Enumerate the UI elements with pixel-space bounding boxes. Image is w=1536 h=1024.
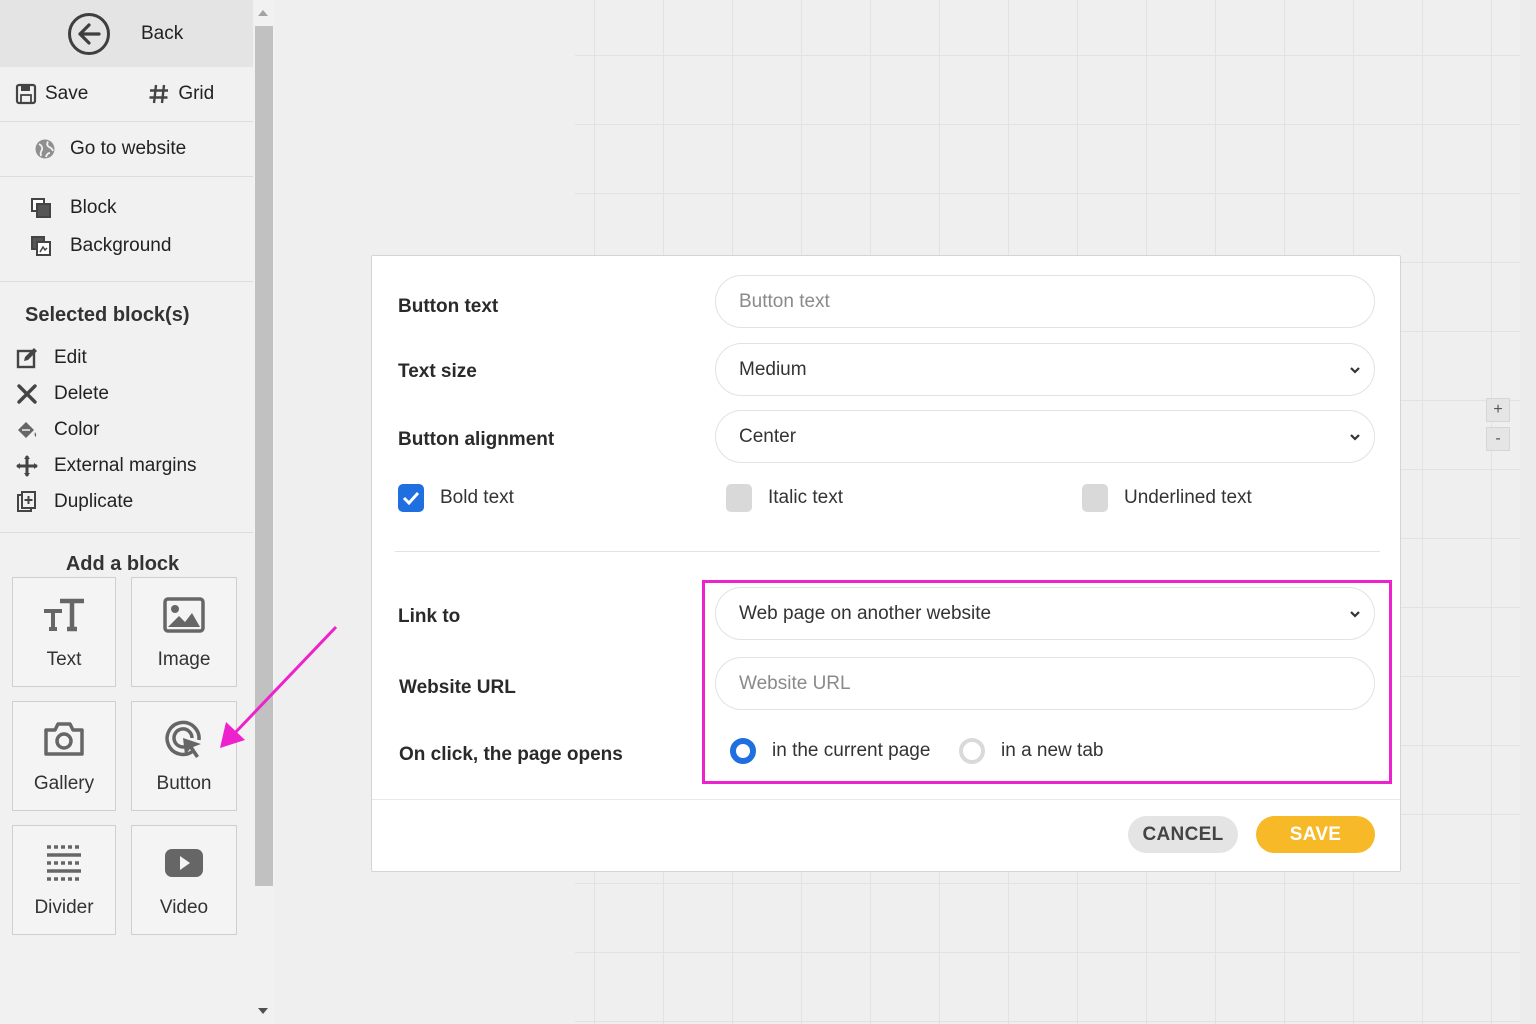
block-section: Block Background bbox=[0, 177, 253, 282]
add-text-block-button[interactable]: Text bbox=[12, 577, 116, 687]
sidebar-item-edit[interactable]: Edit bbox=[0, 340, 253, 376]
back-label: Back bbox=[141, 22, 184, 44]
italic-text-checkbox[interactable]: Italic text bbox=[726, 484, 843, 512]
text-size-value: Medium bbox=[739, 358, 807, 380]
italic-text-label: Italic text bbox=[768, 487, 843, 508]
bold-text-checkbox[interactable]: Bold text bbox=[398, 484, 514, 512]
text-size-label: Text size bbox=[398, 361, 477, 382]
sidebar-item-label: Block bbox=[70, 197, 117, 218]
tile-label: Video bbox=[159, 897, 209, 918]
dialog-footer-divider bbox=[372, 799, 1400, 800]
website-url-label: Website URL bbox=[399, 677, 516, 698]
chevron-down-icon bbox=[1350, 367, 1360, 374]
cancel-button[interactable]: CANCEL bbox=[1128, 816, 1238, 853]
button-settings-dialog: Button text Text size Medium Button alig… bbox=[371, 255, 1401, 872]
close-x-icon bbox=[17, 384, 37, 404]
sidebar-item-duplicate[interactable]: Duplicate bbox=[0, 484, 253, 520]
sidebar-item-block[interactable]: Block bbox=[0, 189, 253, 227]
save-button[interactable]: SAVE bbox=[1256, 816, 1375, 853]
grid-tool-label: Grid bbox=[178, 83, 215, 104]
tile-label: Divider bbox=[34, 897, 94, 918]
sidebar-item-color[interactable]: Color bbox=[0, 412, 253, 448]
tile-label: Button bbox=[156, 773, 212, 794]
checkbox-empty-icon bbox=[1082, 484, 1108, 512]
margins-cross-icon bbox=[16, 455, 38, 477]
edit-pencil-icon bbox=[16, 348, 37, 369]
zoom-out-button[interactable]: - bbox=[1486, 427, 1510, 451]
checkmark-icon bbox=[398, 484, 424, 512]
tile-label: Image bbox=[157, 649, 211, 670]
underlined-text-label: Underlined text bbox=[1124, 487, 1252, 508]
hash-grid-icon bbox=[149, 84, 169, 104]
zoom-in-button[interactable]: + bbox=[1486, 398, 1510, 422]
scroll-up-arrow-icon[interactable] bbox=[258, 10, 268, 16]
go-to-website-label: Go to website bbox=[70, 138, 187, 159]
button-alignment-label: Button alignment bbox=[398, 429, 555, 450]
camera-icon bbox=[43, 717, 85, 761]
on-click-label: On click, the page opens bbox=[399, 744, 623, 765]
checkbox-empty-icon bbox=[726, 484, 752, 512]
go-to-website-link[interactable]: Go to website bbox=[0, 122, 253, 177]
sidebar-item-label: Background bbox=[70, 235, 172, 256]
button-text-label: Button text bbox=[398, 296, 499, 317]
selected-blocks-section: Selected block(s) Edit Delete Color Exte… bbox=[0, 282, 253, 533]
scroll-down-arrow-icon[interactable] bbox=[258, 1008, 268, 1014]
duplicate-icon bbox=[17, 491, 36, 512]
add-divider-block-button[interactable]: Divider bbox=[12, 825, 116, 935]
section-divider bbox=[395, 551, 1380, 552]
background-layers-icon bbox=[31, 236, 51, 256]
sidebar-item-external-margins[interactable]: External margins bbox=[0, 448, 253, 484]
sidebar-toolbar: Save Grid bbox=[0, 67, 253, 122]
scroll-thumb[interactable] bbox=[255, 26, 273, 886]
text-size-icon bbox=[42, 593, 86, 637]
link-to-label: Link to bbox=[398, 606, 461, 627]
text-size-select[interactable]: Medium bbox=[715, 343, 1375, 396]
button-text-input[interactable] bbox=[739, 290, 1374, 313]
underlined-text-checkbox[interactable]: Underlined text bbox=[1082, 484, 1252, 512]
add-button-block-button[interactable]: Button bbox=[131, 701, 237, 811]
sidebar-item-label: Delete bbox=[54, 383, 109, 404]
block-layers-icon bbox=[31, 198, 51, 218]
selected-blocks-title: Selected block(s) bbox=[25, 304, 190, 326]
chevron-down-icon bbox=[1350, 434, 1360, 441]
video-play-icon bbox=[164, 841, 204, 885]
annotation-highlight-box bbox=[702, 580, 1392, 784]
sidebar-scrollbar[interactable] bbox=[253, 0, 275, 1024]
click-pointer-icon bbox=[163, 717, 205, 761]
add-video-block-button[interactable]: Video bbox=[131, 825, 237, 935]
save-tool-label: Save bbox=[45, 83, 89, 104]
divider-icon bbox=[45, 841, 83, 885]
floppy-disk-icon bbox=[15, 83, 37, 105]
sidebar-item-label: Color bbox=[54, 419, 100, 440]
image-icon bbox=[163, 593, 205, 637]
paint-bucket-icon bbox=[18, 422, 37, 438]
sidebar-item-background[interactable]: Background bbox=[0, 227, 253, 265]
back-button[interactable]: Back bbox=[0, 0, 253, 67]
bold-text-label: Bold text bbox=[440, 487, 514, 508]
add-block-tiles: Text Image Gallery Button Divider Video bbox=[12, 577, 238, 935]
sidebar-item-label: External margins bbox=[54, 455, 197, 476]
add-gallery-block-button[interactable]: Gallery bbox=[12, 701, 116, 811]
button-text-field[interactable] bbox=[715, 275, 1375, 328]
grid-toggle-button[interactable]: Grid bbox=[148, 83, 214, 105]
globe-icon bbox=[35, 139, 55, 159]
sidebar-item-delete[interactable]: Delete bbox=[0, 376, 253, 412]
sidebar-item-label: Edit bbox=[54, 347, 87, 368]
tile-label: Gallery bbox=[33, 773, 95, 794]
button-alignment-value: Center bbox=[739, 425, 797, 447]
tile-label: Text bbox=[46, 649, 82, 670]
add-image-block-button[interactable]: Image bbox=[131, 577, 237, 687]
back-arrow-icon bbox=[68, 12, 110, 55]
sidebar-item-label: Duplicate bbox=[54, 491, 134, 512]
save-tool-button[interactable]: Save bbox=[15, 83, 88, 105]
button-alignment-select[interactable]: Center bbox=[715, 410, 1375, 463]
